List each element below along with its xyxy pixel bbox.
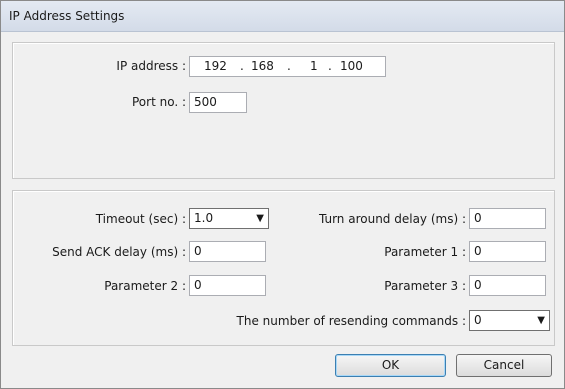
ip-octet-4[interactable]: 100 <box>340 57 363 76</box>
ip-address-label: IP address : <box>116 59 186 73</box>
chevron-down-icon: ▼ <box>537 315 545 326</box>
ip-address-settings-dialog: IP Address Settings IP address : 192 . 1… <box>0 0 565 389</box>
dialog-title: IP Address Settings <box>9 9 125 23</box>
timeout-value: 1.0 <box>194 211 214 225</box>
resend-count-label: The number of resending commands : <box>236 314 466 328</box>
ok-button[interactable]: OK <box>335 354 446 377</box>
parameter-3-label: Parameter 3 : <box>384 279 466 293</box>
send-ack-delay-input[interactable]: 0 <box>189 241 266 262</box>
ip-dot: . <box>240 59 244 73</box>
ip-dot: . <box>287 59 291 73</box>
timeout-select[interactable]: 1.0 ▼ <box>189 208 269 229</box>
ip-octet-2[interactable]: 168 <box>251 57 274 76</box>
parameter-1-label: Parameter 1 : <box>384 245 466 259</box>
turnaround-delay-label: Turn around delay (ms) : <box>318 212 466 226</box>
parameter-2-input[interactable]: 0 <box>189 275 266 296</box>
ip-address-field[interactable]: 192 . 168 . 1 . 100 <box>189 56 386 77</box>
chevron-down-icon: ▼ <box>256 213 264 224</box>
port-input[interactable]: 500 <box>189 92 247 113</box>
ip-dot: . <box>328 59 332 73</box>
ip-octet-3[interactable]: 1 <box>310 57 318 76</box>
timeout-label: Timeout (sec) : <box>95 212 186 226</box>
send-ack-delay-label: Send ACK delay (ms) : <box>52 245 186 259</box>
parameter-1-input[interactable]: 0 <box>469 241 546 262</box>
parameter-3-input[interactable]: 0 <box>469 275 546 296</box>
title-bar[interactable]: IP Address Settings <box>1 1 564 32</box>
turnaround-delay-input[interactable]: 0 <box>469 208 546 229</box>
ip-octet-1[interactable]: 192 <box>204 57 227 76</box>
resend-count-value: 0 <box>474 313 482 327</box>
resend-count-select[interactable]: 0 ▼ <box>469 310 550 331</box>
cancel-button[interactable]: Cancel <box>456 354 552 377</box>
parameter-2-label: Parameter 2 : <box>104 279 186 293</box>
port-label: Port no. : <box>131 95 186 109</box>
